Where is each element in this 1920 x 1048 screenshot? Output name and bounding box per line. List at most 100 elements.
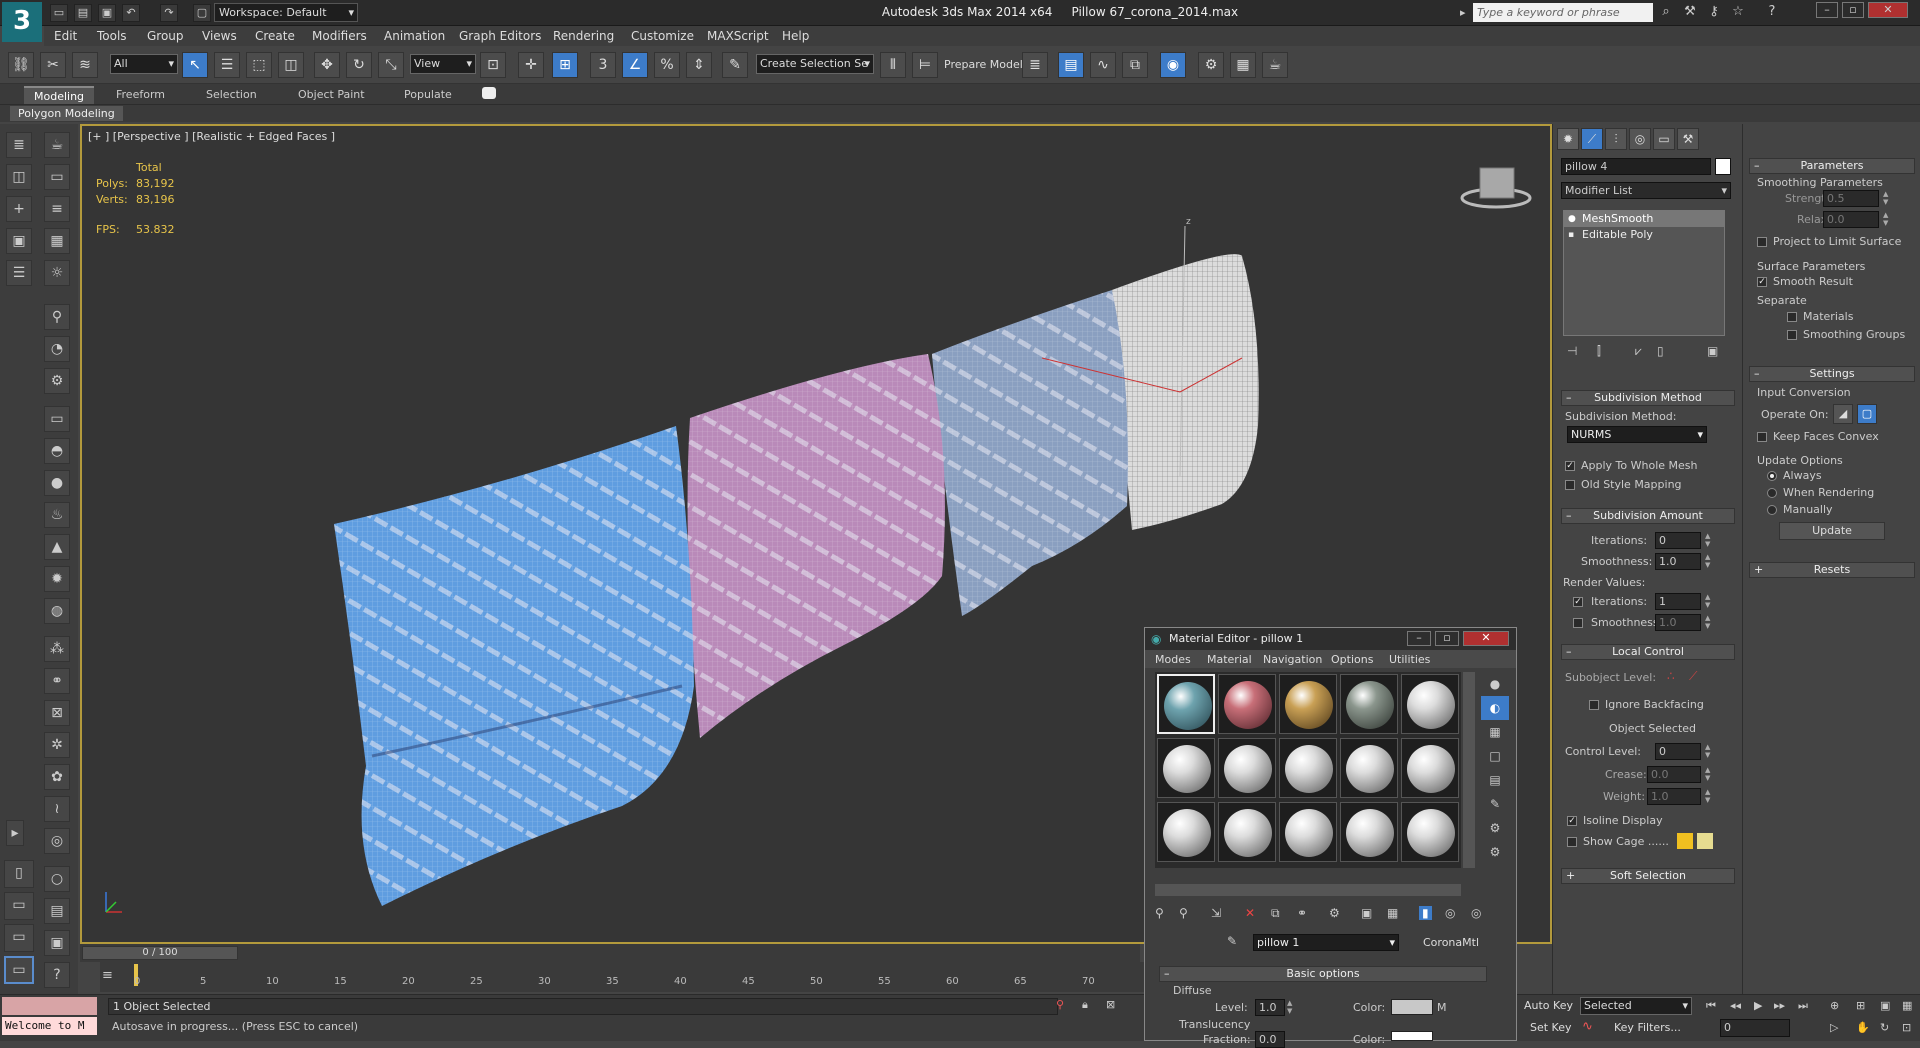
tab-populate[interactable]: Populate <box>394 86 462 104</box>
remove-modifier-icon[interactable]: ▯ <box>1657 344 1664 358</box>
project-folder-icon[interactable]: ▢ <box>193 4 211 22</box>
zoom-all-icon[interactable]: ⊞ <box>1856 999 1865 1012</box>
slots-horizontal-scrollbar[interactable] <box>1155 884 1461 896</box>
edit-named-selection-icon[interactable]: ✎ <box>722 52 748 78</box>
bind-spacewarp-icon[interactable]: ≋ <box>72 52 98 78</box>
uv-tiling-icon[interactable]: □ <box>1481 744 1509 768</box>
selection-filter-dropdown[interactable]: All ▾ <box>110 54 178 74</box>
separate-materials-checkbox[interactable] <box>1787 312 1797 322</box>
update-button[interactable]: Update <box>1779 522 1885 540</box>
sample-slot[interactable] <box>1157 674 1215 734</box>
parameters-rollout[interactable]: – Parameters <box>1749 158 1915 174</box>
sample-slot[interactable] <box>1279 674 1337 734</box>
maxscript-listener[interactable]: Welcome to M <box>2 1017 97 1035</box>
material-name-field[interactable]: pillow 1 ▾ <box>1253 934 1399 951</box>
layer-explorer-icon[interactable]: ◫ <box>6 164 32 190</box>
align-icon[interactable]: ⊨ <box>912 52 938 78</box>
settings-rollout[interactable]: – Settings <box>1749 366 1915 382</box>
maximize-viewport-icon[interactable]: ⊡ <box>1902 1021 1911 1034</box>
old-style-mapping-checkbox[interactable] <box>1565 480 1575 490</box>
menu-graph-editors[interactable]: Graph Editors <box>459 29 541 43</box>
render-smoothness-spinner[interactable]: 1.0 <box>1655 614 1701 631</box>
motion-tab-icon[interactable]: ◎ <box>1629 128 1651 150</box>
window-crossing-icon[interactable]: ◫ <box>278 52 304 78</box>
subdivision-amount-rollout[interactable]: – Subdivision Amount <box>1561 508 1735 524</box>
menu-options[interactable]: Options <box>1331 653 1373 666</box>
material-editor-window[interactable]: Material Editor - pillow 1 ◉ – ▫ ✕ Modes… <box>1144 627 1517 1048</box>
create-tab-icon[interactable]: ✹ <box>1557 128 1579 150</box>
rendered-frame-window-icon[interactable]: ▦ <box>1230 52 1256 78</box>
camera-icon[interactable]: ▭ <box>44 164 70 190</box>
key-icon[interactable]: ⚷ <box>1704 4 1724 22</box>
tab-object-paint[interactable]: Object Paint <box>288 86 375 104</box>
translucency-fraction-spinner[interactable]: 0.0 <box>1255 1031 1285 1048</box>
create-icon[interactable]: + <box>6 196 32 222</box>
curve-editor-icon[interactable]: ∿ <box>1090 52 1116 78</box>
hair-icon[interactable]: ≀ <box>44 796 70 822</box>
minimize-button[interactable]: – <box>1816 2 1838 18</box>
object-color-swatch[interactable] <box>1715 158 1731 175</box>
building-icon[interactable]: ▤ <box>44 898 70 924</box>
go-forward-sibling-icon[interactable]: ◎ <box>1471 906 1481 920</box>
go-to-end-icon[interactable]: ⏭ <box>1798 999 1808 1013</box>
render-production-icon[interactable]: ☕ <box>1262 52 1288 78</box>
particles-icon[interactable]: ⁂ <box>44 636 70 662</box>
relax-spinner-arrows[interactable]: ▲ ▼ <box>1883 211 1891 227</box>
show-map-icon[interactable]: ▦ <box>1387 906 1398 920</box>
maximize-button[interactable]: ▫ <box>1842 2 1864 18</box>
menu-navigation[interactable]: Navigation <box>1263 653 1322 666</box>
crease-spinner[interactable]: 0.0 <box>1647 766 1701 783</box>
video-color-check-icon[interactable]: ▤ <box>1481 768 1509 792</box>
show-end-result-icon[interactable]: ▮ <box>1419 906 1432 920</box>
move-icon[interactable]: ✥ <box>314 52 340 78</box>
material-editor-close[interactable]: ✕ <box>1463 631 1509 646</box>
sample-slot[interactable] <box>1401 738 1459 798</box>
select-manipulate-icon[interactable]: ✛ <box>518 52 544 78</box>
hemisphere-icon[interactable]: ◓ <box>44 438 70 464</box>
walk-icon[interactable]: ⚲ <box>44 304 70 330</box>
modifier-stack[interactable]: ● MeshSmooth ▪ Editable Poly <box>1563 210 1725 336</box>
schematic-view-icon[interactable]: ⧉ <box>1122 52 1148 78</box>
field-of-view-icon[interactable]: ▷ <box>1830 1021 1838 1034</box>
render-setup-icon[interactable]: ⚙ <box>1198 52 1224 78</box>
render-iterations-checkbox[interactable]: ✓ <box>1573 597 1583 607</box>
expand-icon[interactable]: ▪ <box>1568 227 1574 243</box>
background-icon[interactable]: ▦ <box>1481 720 1509 744</box>
workspace-dropdown[interactable]: Workspace: Default ▾ <box>214 3 358 22</box>
cone-icon[interactable]: ▲ <box>44 534 70 560</box>
material-editor-minimize[interactable]: – <box>1407 631 1431 646</box>
bulb-icon[interactable]: ● <box>1568 211 1576 227</box>
display-tab-icon[interactable]: ▭ <box>1653 128 1675 150</box>
show-cage-checkbox[interactable] <box>1567 837 1577 847</box>
viewport-layout-3-icon[interactable]: ▭ <box>4 924 34 952</box>
redo-icon[interactable]: ↷ <box>160 4 178 22</box>
edge-subobject-icon[interactable]: ⟋ <box>1689 669 1697 684</box>
menu-create[interactable]: Create <box>255 29 295 43</box>
operate-on-polygons-button[interactable]: ▢ <box>1857 404 1877 424</box>
sample-slot[interactable] <box>1340 738 1398 798</box>
sample-slot[interactable] <box>1157 802 1215 862</box>
search-input[interactable]: Type a keyword or phrase <box>1473 3 1653 22</box>
configure-modifier-sets-icon[interactable]: ▣ <box>1707 344 1718 358</box>
material-editor-title[interactable]: Material Editor - pillow 1 <box>1145 628 1516 650</box>
stack-item-meshsmooth[interactable]: ● MeshSmooth <box>1564 211 1724 227</box>
menu-customize[interactable]: Customize <box>631 29 694 43</box>
sample-slot[interactable] <box>1340 674 1398 734</box>
sample-slot[interactable] <box>1218 674 1276 734</box>
new-file-icon[interactable]: ▭ <box>50 4 68 22</box>
weight-spinner-arrows[interactable]: ▲ ▼ <box>1705 788 1713 804</box>
options-icon[interactable]: ⚙ <box>1481 816 1509 840</box>
viewport-layout-1-icon[interactable]: ▯ <box>4 860 34 888</box>
material-editor-maximize[interactable]: ▫ <box>1435 631 1459 646</box>
relax-spinner[interactable]: 0.0 <box>1823 211 1879 228</box>
local-control-rollout[interactable]: – Local Control <box>1561 644 1735 660</box>
utilities-tab-icon[interactable]: ⚒ <box>1677 128 1699 150</box>
backlight-icon[interactable]: ◐ <box>1481 696 1509 720</box>
teapot-icon[interactable]: ☕ <box>44 132 70 158</box>
material-editor-icon[interactable]: ◉ <box>1160 52 1186 78</box>
pin-icon[interactable]: ⚲ <box>1056 998 1064 1011</box>
isoline-display-checkbox[interactable]: ✓ <box>1567 816 1577 826</box>
viewport-layout-4-icon[interactable]: ▭ <box>4 956 34 984</box>
tab-selection[interactable]: Selection <box>196 86 267 104</box>
tab-modeling[interactable]: Modeling <box>24 86 95 104</box>
